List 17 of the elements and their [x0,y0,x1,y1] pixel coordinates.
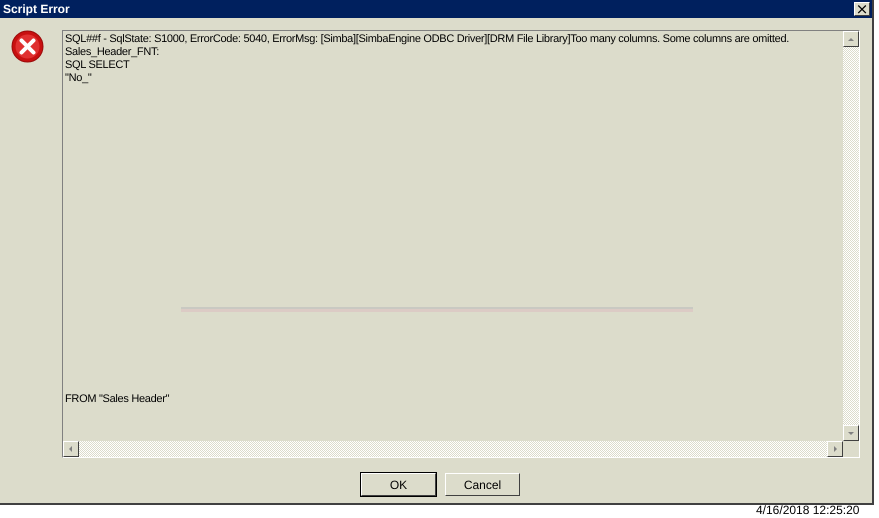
scroll-down-button[interactable] [843,425,859,441]
dialog-button[interactable]: Cancel [445,473,520,496]
dialog-button[interactable]: OK [361,473,436,496]
message-line: SQL SELECT [65,59,130,72]
close-button[interactable]: × [854,2,870,16]
scroll-left-button[interactable] [63,441,79,457]
message-line: SQL##f - SqlState: S1000, ErrorCode: 5040, ErrorMsg: [Simba][SimbaEngine ODBC Driver][DRM File Library]Too many columns. Some columns are omitted. [65,33,790,46]
horizontal-scrollbar[interactable] [63,441,843,457]
window-title: Script Error [3,1,70,17]
scroll-up-button[interactable] [843,31,859,47]
message-line: "No_" [65,72,92,85]
error-icon [11,30,44,63]
background-timestamp: 4/16/2018 12:25:20 [756,504,860,517]
scroll-right-button[interactable] [827,441,843,457]
message-line: Sales_Header_FNT: [65,46,160,59]
message-line: FROM "Sales Header" [65,393,170,406]
vertical-scrollbar[interactable] [843,31,859,441]
